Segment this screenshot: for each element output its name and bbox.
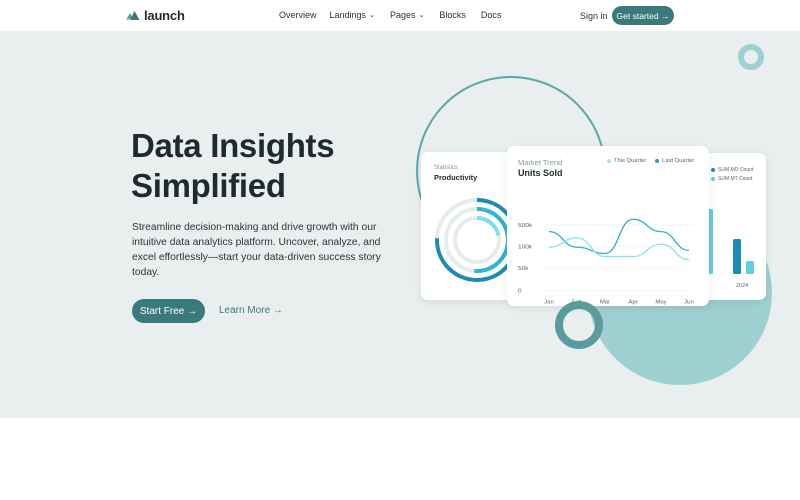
nav-label: Docs (480, 10, 502, 20)
chevron-down-icon: ⌄ (418, 12, 425, 19)
hero-title-line: Simplified (131, 167, 286, 204)
units-sold-card: Market Trend Units Sold This Quarter Las… (507, 146, 709, 306)
series-line-this-quarter (548, 218, 690, 255)
series-line-last-quarter (548, 237, 690, 261)
nav-item-docs[interactable]: Docs (481, 10, 502, 20)
hero-section: Data Insights Simplified Streamline deci… (0, 31, 800, 418)
brand-name: launch (144, 8, 185, 23)
hero-description: Streamline decision-making and drive gro… (132, 222, 381, 278)
productivity-card: Statistics Productivity (421, 152, 521, 300)
decorative-mid-ring (555, 301, 603, 349)
nav-item-overview[interactable]: Overview (279, 10, 317, 20)
chevron-down-icon: ⌄ (369, 12, 375, 19)
top-nav: launch Overview Landings ⌄ Pages ⌄ Block… (0, 0, 800, 31)
year-label: 2024 (736, 283, 749, 289)
nav-item-blocks[interactable]: Blocks (439, 10, 466, 20)
y-tick-label: 100k (518, 244, 533, 251)
nav-label: Overview (279, 10, 317, 20)
card-title: Productivity (434, 173, 478, 182)
hero-title-line: Data Insights (131, 127, 335, 164)
x-tick-label: Apr (628, 300, 637, 306)
nav-item-landings[interactable]: Landings ⌄ (330, 10, 375, 20)
productivity-donut-chart (435, 198, 515, 282)
x-tick-label: Jun (684, 300, 694, 306)
nav-label: Landings (329, 10, 367, 20)
card-label: Statistics (434, 165, 459, 171)
y-tick-label: 50k (518, 265, 529, 272)
nav-label: Pages (389, 10, 416, 20)
below-hero-section (0, 418, 800, 500)
x-tick-label: Mar (600, 300, 610, 306)
units-sold-line-chart: 500k100k50k0Jan Feb Mar Apr May Jun (518, 218, 694, 306)
hero-title: Data Insights Simplified (131, 126, 335, 206)
nav-item-pages[interactable]: Pages ⌄ (390, 10, 424, 20)
bar (733, 239, 741, 274)
learn-more-link[interactable]: Learn More → (219, 305, 283, 316)
brand-logo[interactable]: launch (126, 8, 185, 23)
nav-label: Blocks (439, 10, 466, 20)
bar (746, 261, 754, 274)
get-started-button[interactable]: Get started → (612, 6, 674, 25)
x-tick-label: May (655, 300, 666, 306)
logo-icon (126, 11, 140, 20)
decorative-small-ring (738, 44, 764, 70)
main-menu: Overview Landings ⌄ Pages ⌄ Blocks Docs (279, 10, 501, 20)
sign-in-link[interactable]: Sign in (580, 11, 608, 21)
x-tick-label: Jan (544, 300, 554, 306)
y-tick-label: 500k (518, 222, 533, 229)
y-tick-label: 0 (518, 288, 522, 295)
start-free-button[interactable]: Start Free → (132, 299, 205, 323)
